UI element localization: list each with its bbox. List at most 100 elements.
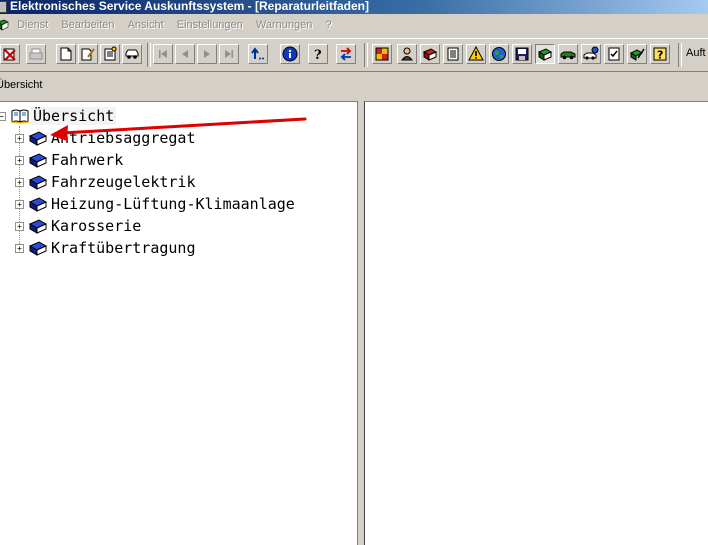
edit-icon — [629, 48, 645, 61]
close-icon — [3, 48, 16, 61]
edit-document-button[interactable] — [78, 44, 98, 64]
book-icon — [29, 131, 47, 146]
book-icon — [29, 153, 47, 168]
tree-item-label[interactable]: Kraftübertragung — [51, 239, 196, 257]
swap-icon — [340, 47, 352, 61]
tree-item[interactable]: + Kraftübertragung — [0, 237, 357, 259]
toolbar: ? ? Auft — [0, 38, 708, 72]
tree-item[interactable]: + Antriebsaggregat — [0, 127, 357, 149]
tree-item-expander[interactable]: + — [15, 244, 24, 253]
car-icon — [125, 49, 139, 59]
tree-item-expander[interactable]: + — [15, 134, 24, 143]
swap-button[interactable] — [336, 44, 356, 64]
menu-warnungen[interactable]: Warnungen — [251, 15, 317, 35]
menu-einstellungen[interactable]: Einstellungen — [172, 15, 248, 35]
book-icon — [29, 197, 47, 212]
content-pane — [364, 101, 708, 545]
book-icon — [29, 241, 47, 256]
vehicle-icon — [560, 51, 576, 60]
new-document-button[interactable] — [56, 44, 76, 64]
first-icon — [159, 50, 167, 58]
edit-document-icon — [81, 48, 95, 61]
info-button[interactable] — [280, 44, 300, 64]
previous-button[interactable] — [175, 44, 195, 64]
vehicle-button[interactable] — [558, 44, 578, 64]
app-icon — [0, 1, 7, 13]
tree-item-label[interactable]: Karosserie — [51, 217, 141, 235]
warning-button[interactable] — [466, 44, 486, 64]
open-book-icon — [11, 109, 29, 124]
breadcrumb: Übersicht — [0, 72, 708, 98]
diagnosis-button[interactable] — [581, 44, 601, 64]
tree-root-label[interactable]: Übersicht — [31, 107, 117, 125]
question-button[interactable]: ? — [650, 44, 670, 64]
menu-book-icon[interactable] — [0, 19, 9, 31]
new-document-icon — [60, 47, 72, 61]
print-button[interactable] — [26, 44, 46, 64]
car-button[interactable] — [122, 44, 142, 64]
book-green-button[interactable] — [535, 44, 555, 64]
warning-icon — [468, 46, 484, 61]
jump-back-button[interactable] — [248, 44, 268, 64]
tree-item[interactable]: + Heizung-Lüftung-Klimaanlage — [0, 193, 357, 215]
print-icon — [29, 48, 43, 60]
info-icon — [282, 46, 298, 62]
title-bar: Elektronisches Service Auskunftssystem -… — [0, 0, 708, 14]
globe-button[interactable] — [489, 44, 509, 64]
tree-item-expander[interactable]: + — [15, 222, 24, 231]
person-icon — [401, 47, 413, 61]
edit-button[interactable] — [627, 44, 647, 64]
globe-icon — [492, 47, 506, 61]
svg-text:?: ? — [657, 49, 663, 62]
tree-item[interactable]: + Fahrzeugelektrik — [0, 171, 357, 193]
grid-button[interactable] — [372, 44, 392, 64]
jump-back-icon — [251, 47, 264, 60]
grid-icon — [375, 47, 389, 61]
menu-help[interactable]: ? — [320, 15, 336, 35]
book-icon — [29, 175, 47, 190]
tree-item[interactable]: + Karosserie — [0, 215, 357, 237]
person-button[interactable] — [397, 44, 417, 64]
next-icon — [204, 50, 210, 58]
menu-bearbeiten[interactable]: Bearbeiten — [56, 15, 119, 35]
menu-bar: Dienst Bearbeiten Ansicht Einstellungen … — [0, 15, 708, 35]
book-red-button[interactable] — [420, 44, 440, 64]
last-button[interactable] — [219, 44, 239, 64]
checklist-button[interactable] — [604, 44, 624, 64]
first-button[interactable] — [153, 44, 173, 64]
menu-ansicht[interactable]: Ansicht — [123, 15, 169, 35]
svg-text:?: ? — [314, 48, 322, 62]
book-icon — [29, 219, 47, 234]
tree-item-expander[interactable]: + — [15, 178, 24, 187]
tree-item-expander[interactable]: + — [15, 200, 24, 209]
tree-item[interactable]: + Fahrwerk — [0, 149, 357, 171]
tree-item-label[interactable]: Heizung-Lüftung-Klimaanlage — [51, 195, 295, 213]
help-icon: ? — [314, 48, 322, 62]
last-icon — [225, 50, 233, 58]
close-button[interactable] — [0, 44, 20, 64]
book-red-icon — [422, 48, 438, 61]
question-icon: ? — [653, 47, 667, 62]
tree-item-label[interactable]: Fahrwerk — [51, 151, 123, 169]
list-icon — [447, 47, 459, 61]
notes-button[interactable] — [100, 44, 120, 64]
menu-dienst[interactable]: Dienst — [12, 15, 53, 35]
breadcrumb-current: Übersicht — [0, 79, 43, 91]
help-button[interactable]: ? — [308, 44, 328, 64]
toolbar-overflow-text[interactable]: Auft — [686, 47, 706, 59]
book-green-icon — [537, 48, 553, 61]
window-title: Elektronisches Service Auskunftssystem -… — [10, 0, 370, 13]
tree-root-expander[interactable]: − — [0, 112, 6, 121]
tree-pane[interactable]: − Übersicht + Antriebsaggregat + Fahrwer… — [0, 101, 358, 545]
checklist-icon — [608, 47, 620, 61]
save-button[interactable] — [512, 44, 532, 64]
diagnosis-icon — [583, 46, 599, 60]
save-icon — [515, 47, 529, 61]
next-button[interactable] — [197, 44, 217, 64]
previous-icon — [182, 50, 188, 58]
tree-item-expander[interactable]: + — [15, 156, 24, 165]
tree-item-label[interactable]: Fahrzeugelektrik — [51, 173, 196, 191]
tree-root[interactable]: − Übersicht — [0, 105, 357, 127]
list-button[interactable] — [443, 44, 463, 64]
tree-item-label[interactable]: Antriebsaggregat — [51, 129, 196, 147]
